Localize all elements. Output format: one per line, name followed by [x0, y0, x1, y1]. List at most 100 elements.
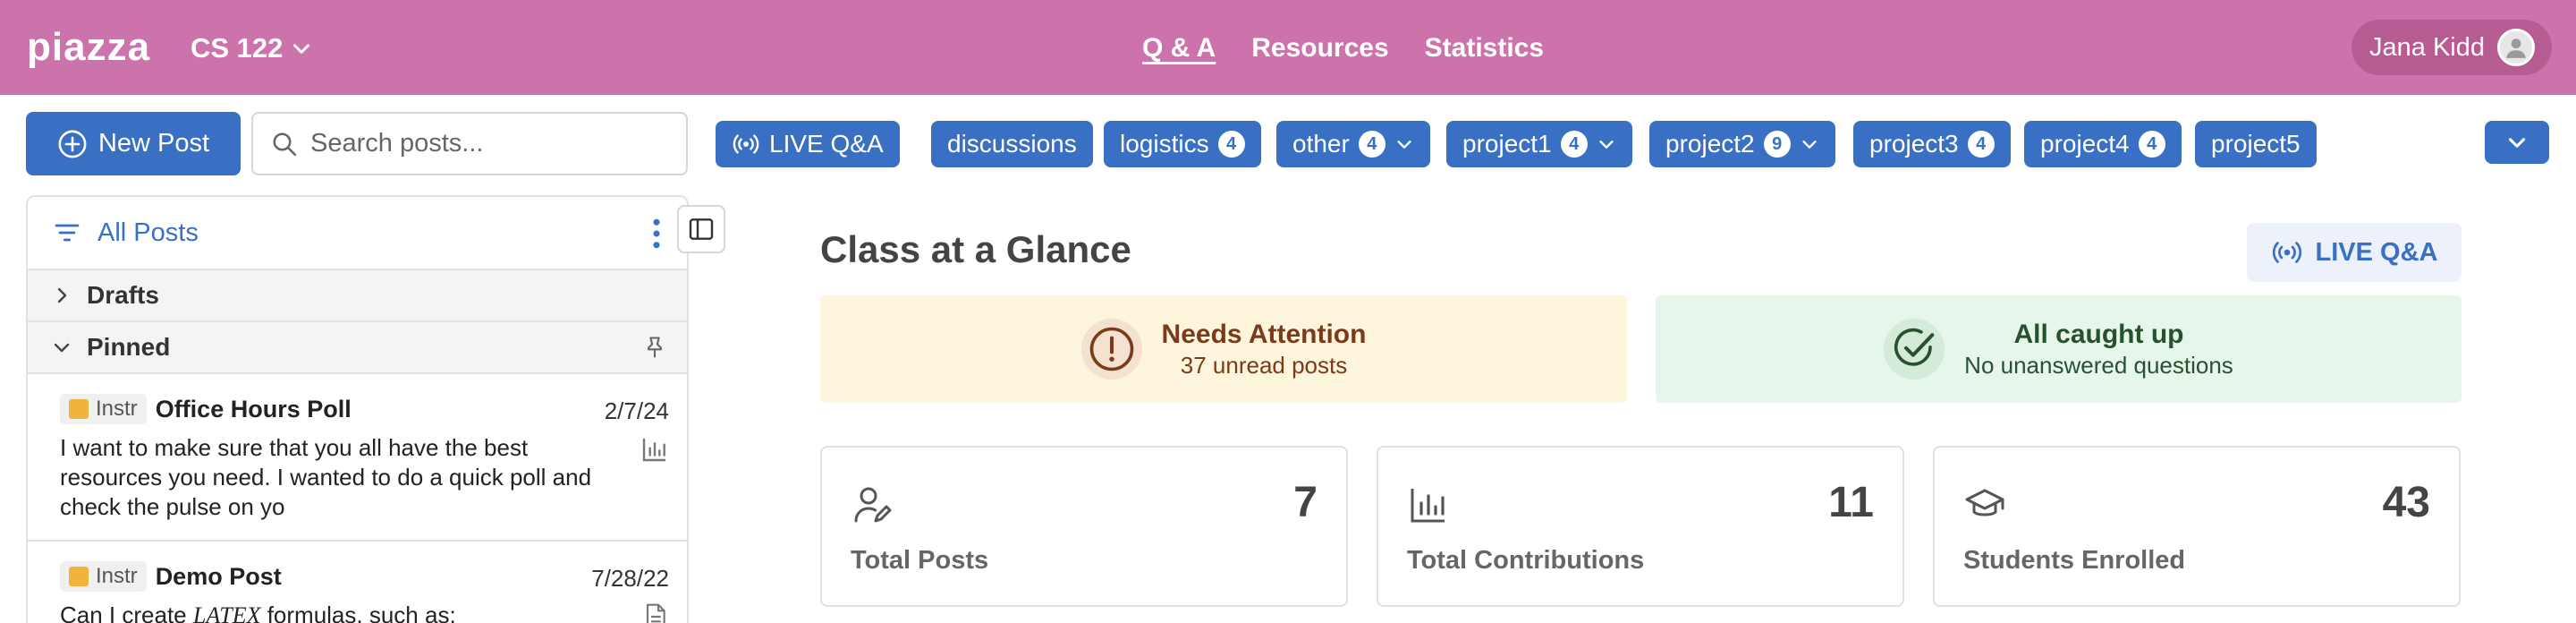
caught-up-subtitle: No unanswered questions [1964, 351, 2233, 379]
attention-title: Needs Attention [1161, 319, 1367, 349]
top-bar: piazza CS 122 Q & A Resources Statistics… [0, 0, 2576, 95]
post-date: 2/7/24 [604, 397, 669, 424]
post-snippet: Can I create LATEX formulas, such as: [60, 601, 597, 623]
live-qa-button[interactable]: LIVE Q&A [2247, 223, 2462, 282]
badge-color-square [69, 567, 89, 586]
tag-count: 4 [2138, 131, 2165, 158]
kebab-menu-icon[interactable] [651, 218, 662, 249]
tag-label: project4 [2040, 130, 2130, 158]
tag-count: 4 [1217, 131, 1245, 158]
document-icon [646, 603, 665, 623]
collapse-sidebar-button[interactable] [677, 205, 725, 253]
latex-logo: LATEX [192, 602, 261, 623]
stat-students-enrolled: 43 Students Enrolled [1933, 446, 2461, 607]
stat-label: Students Enrolled [1963, 546, 2186, 575]
tag-count: 9 [1763, 131, 1791, 158]
chevron-right-icon [57, 287, 67, 303]
nav-qa[interactable]: Q & A [1142, 29, 1216, 68]
stat-value: 43 [2382, 479, 2430, 526]
tag-discussions[interactable]: discussions [931, 121, 1093, 167]
bar-chart-icon [1411, 489, 1445, 523]
live-qa-label: LIVE Q&A [769, 130, 884, 158]
chevron-down-icon [1599, 141, 1614, 149]
snippet-text: formulas, such as: [260, 602, 456, 623]
search-icon [273, 132, 297, 156]
main-nav: Q & A Resources Statistics [1142, 29, 1544, 68]
post-title: Demo Post [155, 562, 282, 590]
search-box[interactable] [251, 112, 688, 175]
tag-project2[interactable]: project2 9 [1649, 121, 1835, 167]
post-list-sidebar: All Posts Drafts Pinned Instr Office Hou… [26, 195, 689, 623]
tag-project3[interactable]: project3 4 [1853, 121, 2011, 167]
sidebar-toggle-icon [689, 218, 714, 240]
chevron-down-icon [293, 44, 310, 54]
user-name: Jana Kidd [2369, 32, 2485, 62]
tag-other[interactable]: other 4 [1276, 121, 1430, 167]
chevron-down-icon [54, 343, 70, 353]
tag-label: project3 [1869, 130, 1959, 158]
check-icon-wrap [1884, 319, 1945, 380]
nav-statistics[interactable]: Statistics [1425, 29, 1544, 68]
filter-title: All Posts [97, 218, 199, 247]
search-input[interactable] [310, 129, 650, 158]
all-caught-up-card: All caught up No unanswered questions [1656, 295, 2462, 403]
broadcast-icon [733, 134, 759, 154]
section-pinned[interactable]: Pinned [28, 320, 687, 372]
tag-label: discussions [947, 130, 1077, 158]
tag-count: 4 [1560, 131, 1588, 158]
course-switcher[interactable]: CS 122 [191, 30, 313, 66]
new-post-button[interactable]: New Post [26, 112, 241, 175]
user-menu[interactable]: Jana Kidd [2351, 20, 2552, 75]
alert-icon-wrap [1080, 319, 1142, 380]
check-circle-icon [1894, 328, 1935, 366]
attention-subtitle: 37 unread posts [1180, 351, 1348, 379]
filter-icon [55, 224, 80, 242]
post-item[interactable]: Instr Demo Post 7/28/22 Can I create LAT… [28, 540, 687, 623]
instructor-badge: Instr [60, 561, 147, 592]
chevron-down-icon [1397, 141, 1411, 149]
tag-project5[interactable]: project5 [2195, 121, 2317, 167]
needs-attention-card[interactable]: Needs Attention 37 unread posts [820, 295, 1627, 403]
post-filter-header[interactable]: All Posts [28, 197, 687, 269]
chevron-down-icon [2508, 138, 2526, 148]
more-tags-button[interactable] [2485, 121, 2549, 164]
tag-label: project5 [2211, 130, 2301, 158]
badge-label: Instr [96, 397, 138, 421]
post-title: Office Hours Poll [155, 395, 352, 422]
tag-label: logistics [1120, 130, 1209, 158]
tag-project1[interactable]: project1 4 [1446, 121, 1632, 167]
tag-project4[interactable]: project4 4 [2024, 121, 2182, 167]
new-post-label: New Post [97, 129, 210, 158]
stat-label: Total Posts [851, 546, 989, 575]
tag-count: 4 [1967, 131, 1995, 158]
poll-chart-icon [642, 439, 665, 462]
course-name: CS 122 [191, 32, 284, 64]
live-qa-tag[interactable]: LIVE Q&A [716, 121, 900, 167]
avatar [2497, 29, 2535, 66]
tag-label: project1 [1462, 130, 1552, 158]
caught-up-title: All caught up [2013, 319, 2184, 349]
stat-label: Total Contributions [1407, 546, 1645, 575]
broadcast-icon [2272, 242, 2301, 263]
stat-value: 11 [1828, 479, 1874, 526]
alert-icon [1089, 327, 1133, 371]
nav-resources[interactable]: Resources [1251, 29, 1388, 68]
pin-icon [647, 337, 663, 358]
section-drafts[interactable]: Drafts [28, 269, 687, 320]
badge-color-square [69, 399, 89, 419]
tag-label: other [1292, 130, 1350, 158]
live-qa-label: LIVE Q&A [2315, 237, 2438, 267]
chevron-down-icon [1802, 141, 1817, 149]
graduation-cap-icon [1965, 489, 2004, 516]
tag-logistics[interactable]: logistics 4 [1104, 121, 1261, 167]
stat-total-contributions: 11 Total Contributions [1377, 446, 1904, 607]
badge-label: Instr [96, 564, 138, 588]
snippet-text: Can I create [60, 602, 193, 623]
stat-total-posts: 7 Total Posts [820, 446, 1348, 607]
post-snippet: I want to make sure that you all have th… [60, 434, 592, 520]
piazza-logo[interactable]: piazza [27, 27, 150, 68]
page-title: Class at a Glance [820, 228, 1131, 270]
section-label: Drafts [87, 281, 159, 309]
post-item[interactable]: Instr Office Hours Poll 2/7/24 I want to… [28, 372, 687, 540]
instructor-badge: Instr [60, 394, 147, 424]
